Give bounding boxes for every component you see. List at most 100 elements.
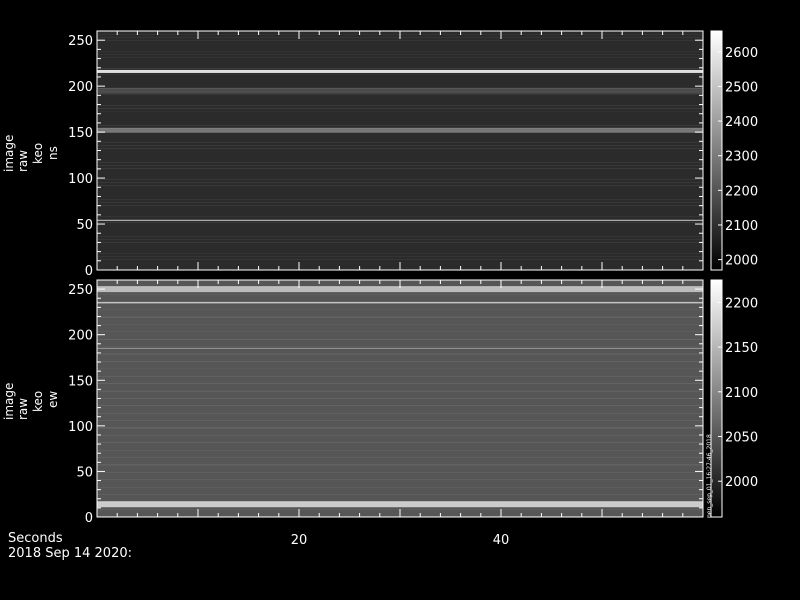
bottom-striation: [97, 331, 703, 332]
x-tick-label: 20: [291, 533, 308, 548]
bottom-striation: [97, 316, 703, 317]
top-striation: [97, 216, 703, 217]
top-striation: [97, 105, 703, 106]
bottom-striation: [97, 428, 703, 429]
top-striation: [97, 259, 703, 260]
bottom-striation: [97, 354, 703, 355]
bottom-panel-ylabel-3: keo: [31, 390, 45, 412]
bottom-y-tick-label: 50: [76, 465, 93, 480]
top-striation: [97, 108, 703, 109]
top-striation: [97, 256, 703, 257]
bottom-striation: [97, 442, 703, 443]
bottom-colorbar-tick-label: 2000: [725, 475, 758, 490]
bottom-striation: [97, 376, 703, 377]
bottom-striation: [97, 309, 703, 310]
top-y-tick-label: 150: [68, 126, 93, 141]
bottom-striation: [97, 383, 703, 384]
top-striation: [97, 68, 703, 69]
bottom-striation: [97, 494, 703, 495]
bottom-striation: [97, 450, 703, 451]
bottom-striation: [97, 361, 703, 362]
top-striation: [97, 199, 703, 200]
bottom-striation: [97, 457, 703, 458]
bottom-striation: [97, 427, 703, 428]
date-label: 2018 Sep 14 2020:: [8, 546, 132, 561]
top-striation: [97, 179, 703, 180]
bottom-striation: [97, 472, 703, 473]
bottom-striation: [97, 464, 703, 465]
top-colorbar-tick-label: 2000: [725, 254, 758, 269]
keogram-figure: 0501001502002502000210022002300240025002…: [68, 30, 758, 548]
bottom-striation: [97, 420, 703, 421]
bottom-striation: [97, 339, 703, 340]
bottom-striation: [97, 368, 703, 369]
bottom-striation: [97, 390, 703, 391]
top-colorbar-tick-label: 2200: [725, 184, 758, 199]
top-striation: [97, 185, 703, 186]
bottom-striation: [97, 294, 703, 295]
bottom-panel-ylabel-4: ew: [46, 390, 60, 408]
top-y-tick-label: 0: [85, 264, 93, 279]
top-colorbar-tick-label: 2500: [725, 80, 758, 95]
top-colorbar-tick-label: 2400: [725, 115, 758, 130]
bottom-striation: [97, 353, 703, 354]
top-striation: [97, 51, 703, 52]
top-striation: [97, 125, 703, 126]
top-striation: [97, 242, 703, 243]
bottom-y-tick-label: 200: [68, 329, 93, 344]
bottom-striation: [97, 413, 703, 414]
top-band-2: [97, 219, 703, 221]
bottom-striation: [97, 301, 703, 302]
top-colorbar-tick-label: 2100: [725, 219, 758, 234]
bottom-band-0: [97, 302, 703, 304]
bottom-striation: [97, 465, 703, 466]
top-striation: [97, 239, 703, 240]
processing-stamp: pen_sep_01_16:27:46_2018: [706, 434, 713, 518]
top-striation: [97, 145, 703, 146]
top-striation: [97, 111, 703, 112]
top-striation: [97, 40, 703, 41]
bottom-striation: [97, 405, 703, 406]
bottom-colorbar-tick-label: 2050: [725, 431, 758, 446]
x-tick-label: 40: [493, 533, 510, 548]
bottom-y-tick-label: 0: [85, 511, 93, 526]
top-panel-ylabel-1: image: [2, 134, 16, 172]
top-y-tick-label: 250: [68, 34, 93, 49]
top-striation: [97, 74, 703, 75]
top-striation: [97, 162, 703, 163]
bottom-band-3: [97, 347, 703, 349]
bottom-striation: [97, 346, 703, 347]
bottom-panel-ylabel-2: raw: [16, 397, 30, 420]
top-y-tick-label: 100: [68, 172, 93, 187]
top-colorbar: [710, 30, 723, 271]
top-band-0: [97, 69, 703, 73]
top-striation: [97, 54, 703, 55]
top-panel-ylabel-2: raw: [16, 149, 30, 172]
top-striation: [97, 94, 703, 95]
top-striation: [97, 236, 703, 237]
top-striation: [97, 57, 703, 58]
top-striation: [97, 148, 703, 149]
bottom-striation: [97, 435, 703, 436]
top-striation: [97, 168, 703, 169]
bottom-y-tick-label: 250: [68, 283, 93, 298]
top-striation: [97, 222, 703, 223]
bottom-striation: [97, 391, 703, 392]
bottom-striation: [97, 479, 703, 480]
bottom-y-tick-label: 100: [68, 420, 93, 435]
top-striation: [97, 205, 703, 206]
top-striation: [97, 142, 703, 143]
top-striation: [97, 219, 703, 220]
bottom-band-2: [97, 501, 703, 508]
x-axis-label: Seconds: [8, 531, 63, 546]
bottom-striation: [97, 317, 703, 318]
top-striation: [97, 253, 703, 254]
top-band-3: [97, 87, 703, 94]
top-colorbar-tick-label: 2300: [725, 150, 758, 165]
bottom-colorbar-tick-label: 2100: [725, 386, 758, 401]
bottom-striation: [97, 324, 703, 325]
top-heatmap-background: [97, 31, 703, 270]
bottom-colorbar-tick-label: 2200: [725, 296, 758, 311]
top-colorbar-tick-label: 2600: [725, 46, 758, 61]
top-y-tick-label: 50: [76, 218, 93, 233]
